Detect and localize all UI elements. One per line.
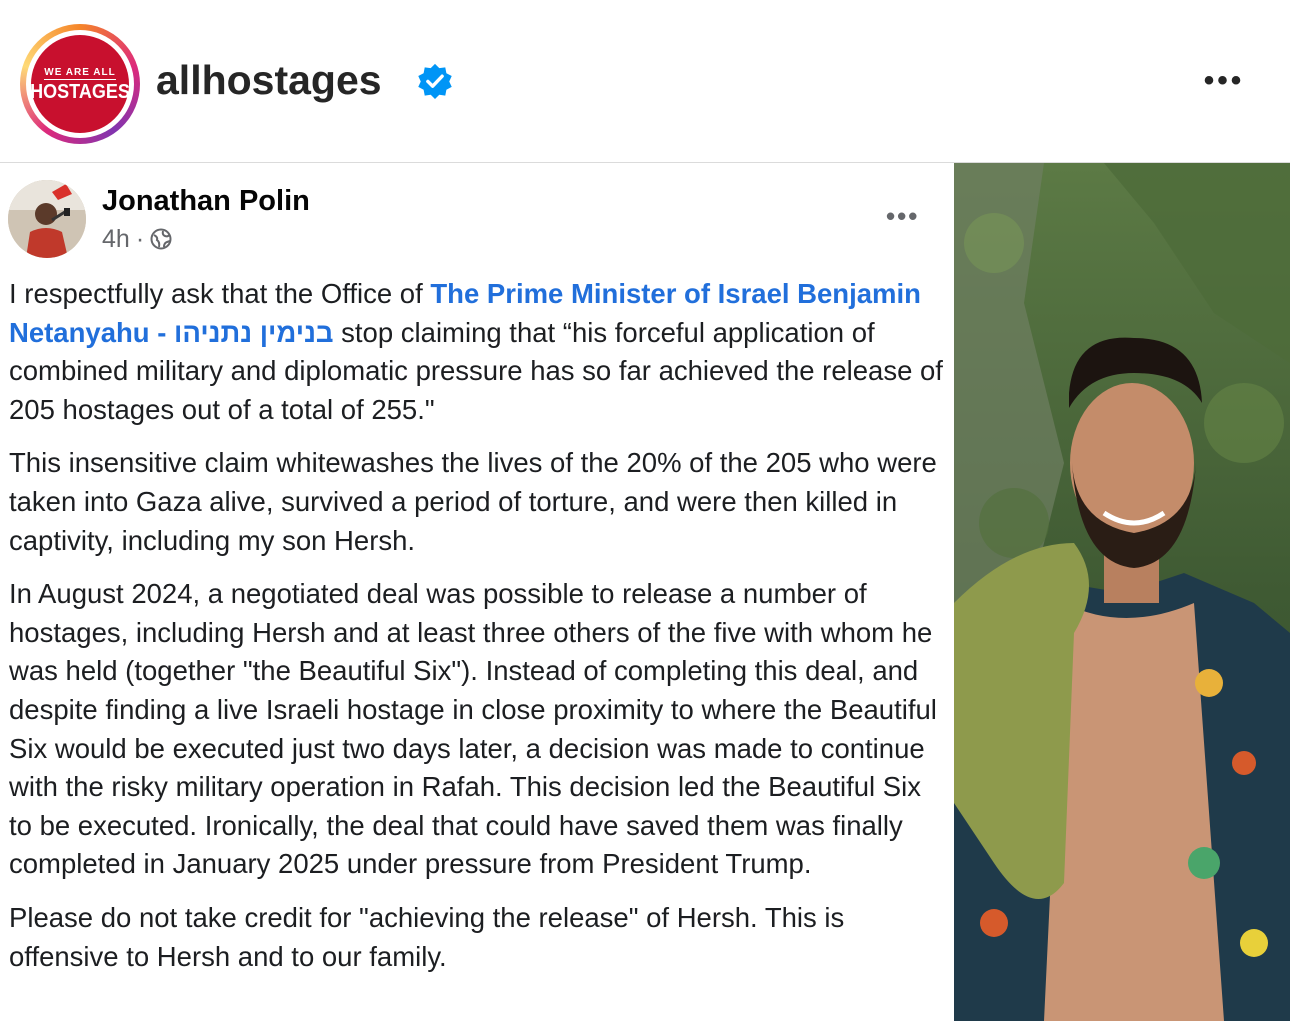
instagram-post-header: WE ARE ALL HOSTAGES allhostages ••• <box>0 0 1290 162</box>
more-options-icon[interactable]: ••• <box>1196 64 1252 98</box>
logo-main-text: HOSTAGES <box>30 79 130 103</box>
verified-badge-icon <box>418 63 452 100</box>
username[interactable]: allhostages <box>156 54 382 106</box>
author-name[interactable]: Jonathan Polin <box>102 183 310 219</box>
paragraph-3: In August 2024, a negotiated deal was po… <box>9 578 937 880</box>
post-more-options-icon[interactable]: ••• <box>886 201 919 231</box>
globe-icon <box>150 228 172 250</box>
meta-separator: · <box>135 225 145 253</box>
paragraph-2: This insensitive claim whitewashes the l… <box>9 447 937 556</box>
post-body: I respectfully ask that the Office of Th… <box>9 275 944 991</box>
paragraph-1: I respectfully ask that the Office of Th… <box>9 275 944 429</box>
avatar-inner: WE ARE ALL HOSTAGES <box>26 30 134 138</box>
hostage-photo <box>954 163 1290 1021</box>
we-are-all-hostages-logo: WE ARE ALL HOSTAGES <box>30 35 130 133</box>
paragraph-1-start: I respectfully ask that the Office of <box>9 278 431 309</box>
profile-avatar[interactable]: WE ARE ALL HOSTAGES <box>20 24 140 144</box>
author-avatar <box>8 180 86 258</box>
facebook-post-screenshot: Jonathan Polin 4h · ••• I respectfully a… <box>0 163 954 1032</box>
paragraph-4: Please do not take credit for "achieving… <box>9 901 845 972</box>
post-time[interactable]: 4h <box>102 223 130 255</box>
post-meta: 4h · <box>102 223 172 255</box>
